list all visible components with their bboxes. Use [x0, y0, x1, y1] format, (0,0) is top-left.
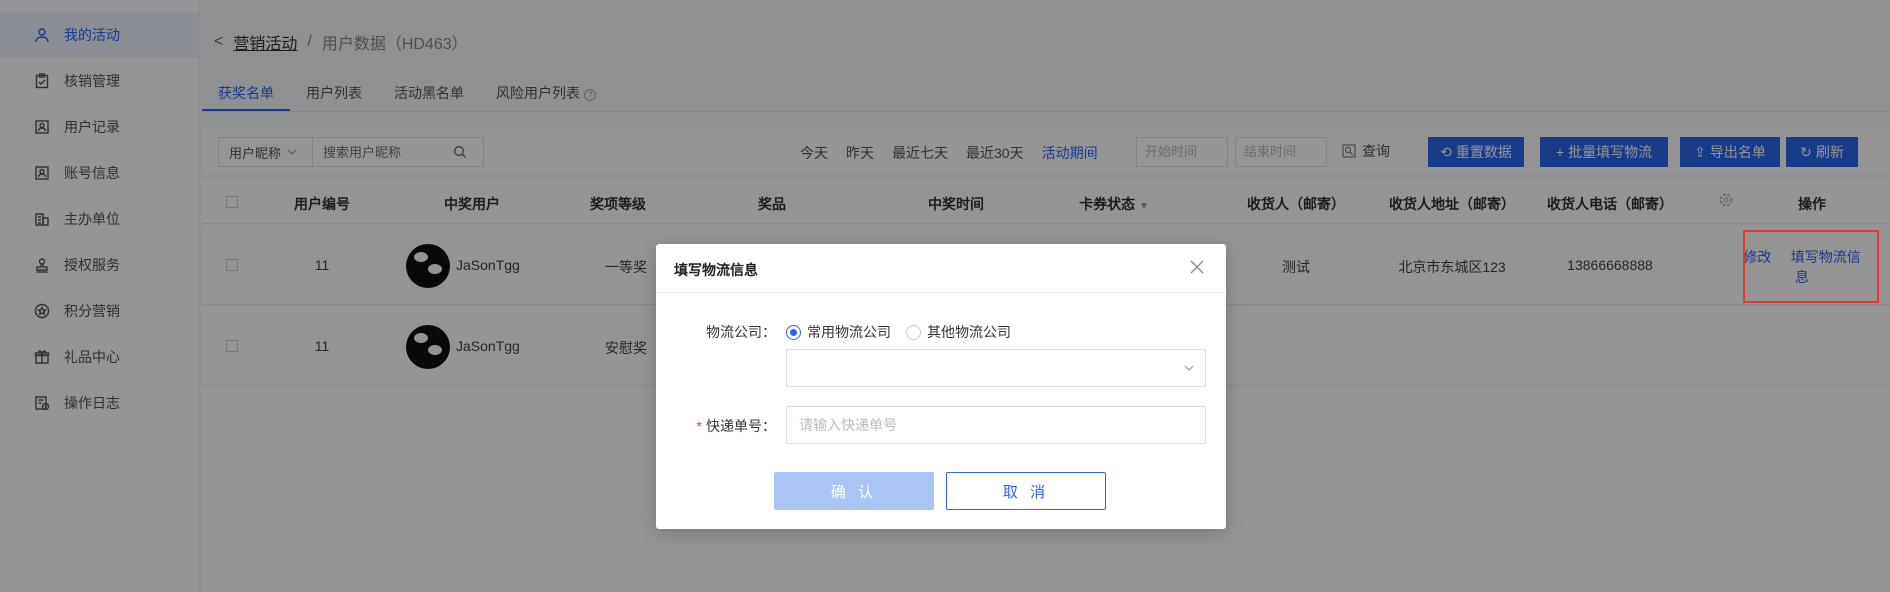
company-label: 物流公司：: [706, 324, 776, 340]
radio-common-label: 常用物流公司: [807, 324, 891, 340]
radio-common-company[interactable]: 常用物流公司: [786, 322, 891, 342]
radio-other-label: 其他物流公司: [927, 324, 1011, 340]
tracking-label: * 快递单号：: [656, 416, 776, 436]
radio-other-company[interactable]: 其他物流公司: [906, 322, 1011, 342]
radio-unchecked-icon: [906, 324, 921, 340]
required-mark: *: [696, 418, 702, 434]
chevron-down-icon: [1184, 365, 1194, 371]
highlight-box: [1743, 230, 1879, 303]
company-select[interactable]: [786, 349, 1206, 387]
logistics-dialog: 填写物流信息 物流公司： 常用物流公司 其他物流公司 *快递单号： 确 认 取 …: [656, 244, 1226, 529]
radio-checked-icon: [786, 324, 801, 340]
close-icon[interactable]: [1188, 258, 1206, 276]
tracking-label-text: 快递单号：: [706, 418, 776, 434]
dialog-title: 填写物流信息: [674, 262, 758, 278]
cancel-button[interactable]: 取 消: [946, 472, 1106, 510]
confirm-button[interactable]: 确 认: [774, 472, 934, 510]
tracking-number-input[interactable]: [786, 406, 1206, 444]
dialog-divider: [656, 292, 1226, 293]
